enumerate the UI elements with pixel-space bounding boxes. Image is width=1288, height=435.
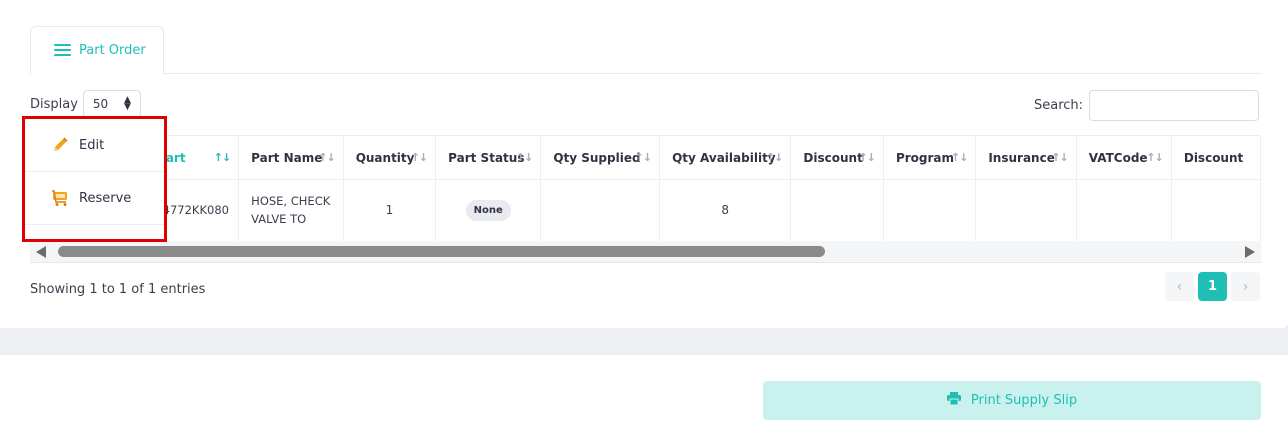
sort-icon: ↑↓ xyxy=(213,151,231,164)
status-badge: None xyxy=(465,199,511,221)
cell-qty-supplied xyxy=(540,179,661,241)
sort-icon: ↑↓ xyxy=(1051,151,1068,164)
column-label: Qty Availability xyxy=(672,150,776,165)
scrollbar-thumb[interactable] xyxy=(58,246,825,257)
table-row[interactable]: 44772KK080 HOSE, CHECK VALVE TO 1 None 8 xyxy=(30,179,1261,241)
column-header-program[interactable]: Program ↑↓ xyxy=(883,135,977,180)
tab-divider xyxy=(30,73,1261,74)
cell-quantity: 1 xyxy=(343,179,437,241)
sort-icon: ↑↓ xyxy=(765,151,783,164)
column-label: VATCode xyxy=(1088,150,1148,165)
cell-insurance xyxy=(975,179,1077,241)
menu-item-edit[interactable]: Edit xyxy=(25,119,164,172)
horizontal-scrollbar[interactable] xyxy=(30,241,1261,263)
updown-icon: ▲ ▼ xyxy=(124,95,131,112)
column-label: Qty Supplied xyxy=(553,150,641,165)
table-header-row: Part ↑↓ Part Name ↑↓ Quantity ↑↓ Part Statu… xyxy=(30,135,1261,180)
printer-icon xyxy=(946,392,961,409)
column-header-qty-availability[interactable]: Qty Availability ↑↓ xyxy=(659,135,792,180)
page-button-current[interactable]: 1 xyxy=(1198,272,1227,301)
display-length-select[interactable]: 50 ▲ ▼ xyxy=(82,90,141,118)
print-button-label: Print Supply Slip xyxy=(970,393,1078,408)
part-order-table-container: Part ↑↓ Part Name ↑↓ Quantity ↑↓ Part Statu… xyxy=(30,135,1261,241)
list-icon xyxy=(54,43,71,57)
search-label: Search: xyxy=(1034,98,1084,113)
column-header-qty-supplied[interactable]: Qty Supplied ↑↓ xyxy=(540,135,661,180)
prev-page-button[interactable]: ‹ xyxy=(1165,272,1194,301)
part-order-table: Part ↑↓ Part Name ↑↓ Quantity ↑↓ Part Statu… xyxy=(30,135,1261,241)
column-header-vatcode[interactable]: VATCode ↑↓ xyxy=(1076,135,1172,180)
cell-part-status: None xyxy=(435,179,542,241)
cell-qty-availability: 8 xyxy=(659,179,792,241)
column-header-discount[interactable]: Discount ↑↓ xyxy=(790,135,884,180)
column-header-part-status[interactable]: Part Status ↑↓ xyxy=(435,135,542,180)
sort-icon: ↑↓ xyxy=(858,151,876,164)
search-input[interactable] xyxy=(1089,90,1260,121)
print-supply-slip-button[interactable]: Print Supply Slip xyxy=(763,381,1261,420)
pencil-icon xyxy=(51,136,69,154)
cell-vatcode xyxy=(1076,179,1172,241)
column-header-insurance[interactable]: Insurance ↑↓ xyxy=(975,135,1077,180)
display-length-control: Display 50 ▲ ▼ xyxy=(30,90,141,118)
cart-icon xyxy=(51,189,69,207)
display-length-value: 50 xyxy=(92,97,109,111)
menu-item-label: Edit xyxy=(79,137,105,153)
search-control: Search: xyxy=(1034,90,1260,121)
cell-discount xyxy=(790,179,884,241)
next-page-button[interactable]: › xyxy=(1231,272,1260,301)
sort-icon: ↑↓ xyxy=(950,151,968,164)
menu-item-label: Reserve xyxy=(79,190,132,206)
column-label: Program xyxy=(895,150,955,165)
column-header-discount-2[interactable]: Discount xyxy=(1171,135,1261,180)
sort-icon: ↑↓ xyxy=(1146,151,1163,164)
column-label: Discount xyxy=(1183,150,1244,165)
scroll-right-icon[interactable] xyxy=(1245,246,1255,258)
display-label: Display xyxy=(30,96,78,112)
cell-discount-2 xyxy=(1171,179,1261,241)
pagination: ‹ 1 › xyxy=(1165,272,1260,301)
sort-icon: ↑↓ xyxy=(318,151,335,164)
sort-icon: ↑↓ xyxy=(410,151,428,164)
column-label: Part Status xyxy=(448,150,525,165)
tab-part-order[interactable]: Part Order xyxy=(30,26,164,74)
column-header-quantity[interactable]: Quantity ↑↓ xyxy=(343,135,437,180)
tab-label: Part Order xyxy=(79,42,146,58)
row-action-menu: Edit Reserve xyxy=(22,116,167,242)
cell-program xyxy=(883,179,977,241)
entries-info: Showing 1 to 1 of 1 entries xyxy=(30,282,206,297)
column-label: Part Name xyxy=(251,150,323,165)
sort-icon: ↑↓ xyxy=(634,151,652,164)
column-label: Insurance xyxy=(988,150,1055,165)
column-header-part-name[interactable]: Part Name ↑↓ xyxy=(238,135,344,180)
cell-part-name: HOSE, CHECK VALVE TO xyxy=(238,179,344,241)
sort-icon: ↑↓ xyxy=(515,151,533,164)
column-label: Discount xyxy=(803,150,863,165)
menu-item-reserve[interactable]: Reserve xyxy=(25,172,164,225)
column-label: Quantity xyxy=(355,150,415,165)
scroll-left-icon[interactable] xyxy=(36,246,46,258)
